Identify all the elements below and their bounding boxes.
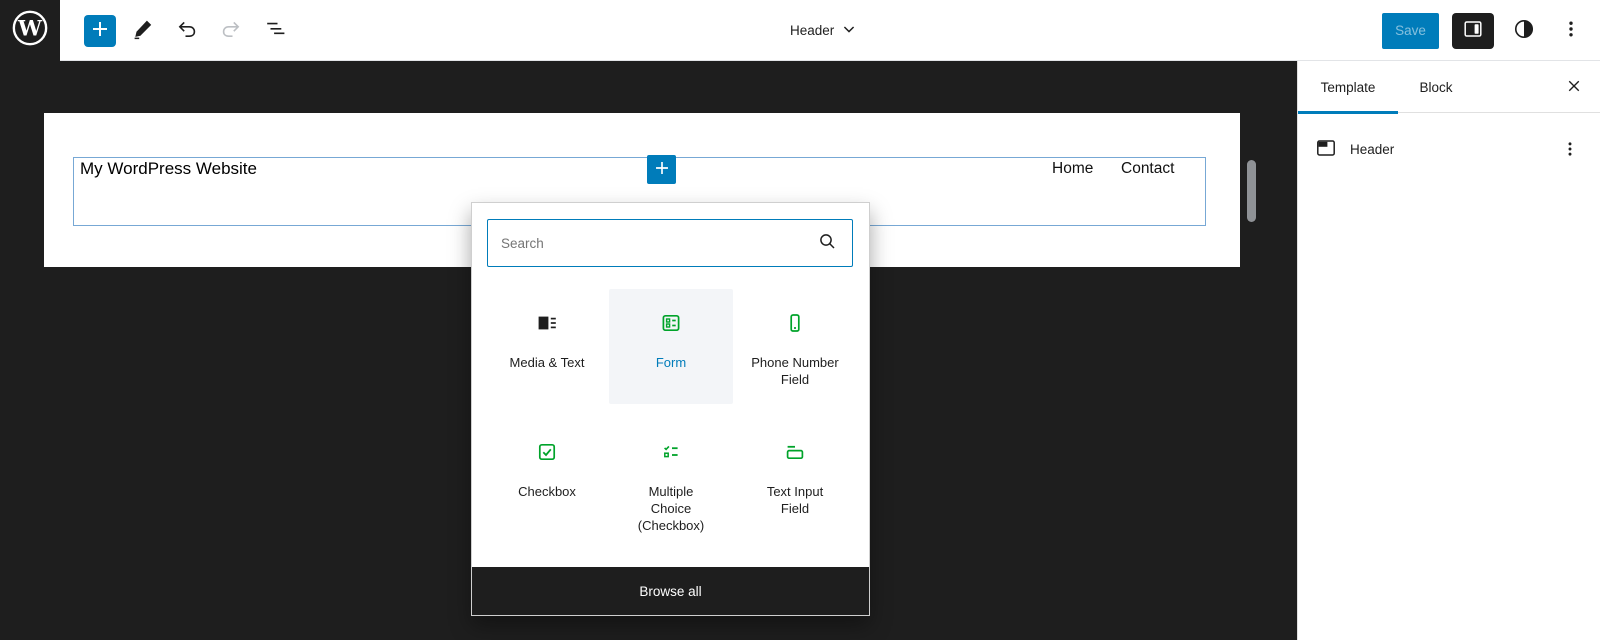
plus-icon	[88, 17, 112, 44]
block-tile-label: Phone Number Field	[751, 354, 839, 388]
sidebar-tabs: Template Block	[1298, 61, 1600, 113]
tab-block-label: Block	[1419, 80, 1452, 95]
vertical-dots-icon	[1559, 17, 1583, 44]
checkbox-icon	[535, 440, 559, 467]
block-tile-multiple-choice-checkbox[interactable]: Multiple Choice (Checkbox)	[609, 418, 733, 550]
list-view-icon	[263, 17, 287, 44]
settings-sidebar-toggle-button[interactable]	[1452, 13, 1494, 49]
edit-mode-button[interactable]	[126, 13, 160, 49]
nav-link-home[interactable]: Home	[1052, 160, 1093, 178]
save-button[interactable]: Save	[1382, 13, 1439, 49]
template-part-row-header[interactable]: Header	[1304, 125, 1594, 173]
tab-template-label: Template	[1321, 80, 1376, 95]
document-title-dropdown[interactable]: Header	[790, 0, 860, 61]
wordpress-menu-button[interactable]: W	[0, 0, 60, 61]
styles-button[interactable]	[1507, 13, 1541, 49]
block-tile-phone-number-field[interactable]: Phone Number Field	[733, 289, 857, 404]
site-title-text[interactable]: My WordPress Website	[80, 159, 257, 179]
block-tile-label: Form	[656, 354, 686, 371]
options-menu-button[interactable]	[1554, 13, 1588, 49]
block-tile-label: Checkbox	[518, 483, 576, 500]
form-icon	[659, 311, 683, 338]
quick-inserter-popup: Search Media & Text	[471, 202, 870, 616]
contrast-icon	[1511, 16, 1537, 45]
block-results-grid: Media & Text Form Phone N	[485, 289, 857, 550]
add-block-button[interactable]	[647, 155, 676, 184]
block-inserter-toggle-button[interactable]	[84, 15, 116, 47]
close-sidebar-button[interactable]	[1556, 69, 1592, 105]
text-input-icon	[783, 440, 807, 467]
block-tile-text-input-field[interactable]: Text Input Field	[733, 418, 857, 550]
redo-button[interactable]	[214, 13, 248, 49]
media-text-icon	[535, 311, 559, 338]
block-tile-label: Multiple Choice (Checkbox)	[627, 483, 715, 534]
block-search-input[interactable]: Search	[487, 219, 853, 267]
redo-arrow-icon	[219, 17, 243, 44]
block-tile-label: Text Input Field	[751, 483, 839, 517]
topbar-left-tools	[84, 0, 292, 61]
wordpress-logo-icon: W	[11, 9, 49, 52]
pencil-icon	[131, 17, 155, 44]
nav-link-contact[interactable]: Contact	[1121, 160, 1174, 178]
browse-all-button[interactable]: Browse all	[472, 567, 869, 615]
canvas-scrollbar[interactable]	[1247, 160, 1256, 222]
tab-template[interactable]: Template	[1298, 61, 1398, 113]
tab-block[interactable]: Block	[1398, 61, 1474, 113]
plus-icon	[651, 157, 673, 182]
phone-icon	[783, 311, 807, 338]
header-block-icon	[1314, 136, 1338, 163]
undo-arrow-icon	[175, 17, 199, 44]
multiple-choice-icon	[659, 440, 683, 467]
search-placeholder-text: Search	[501, 236, 815, 251]
svg-text:W: W	[17, 16, 43, 41]
list-view-button[interactable]	[258, 13, 292, 49]
search-icon	[815, 229, 839, 258]
editor-topbar: W	[0, 0, 1600, 61]
block-tile-form[interactable]: Form	[609, 289, 733, 404]
chevron-down-icon	[838, 18, 860, 43]
template-part-options-button[interactable]	[1556, 135, 1584, 163]
block-tile-media-text[interactable]: Media & Text	[485, 289, 609, 404]
close-icon	[1563, 75, 1585, 100]
settings-sidebar: Template Block Header	[1297, 61, 1600, 640]
template-part-label: Header	[1350, 142, 1394, 157]
sidebar-panel-icon	[1461, 17, 1485, 44]
block-tile-checkbox[interactable]: Checkbox	[485, 418, 609, 550]
document-title: Header	[790, 23, 834, 38]
undo-button[interactable]	[170, 13, 204, 49]
block-tile-label: Media & Text	[510, 354, 585, 371]
topbar-right-tools: Save	[1382, 0, 1588, 61]
